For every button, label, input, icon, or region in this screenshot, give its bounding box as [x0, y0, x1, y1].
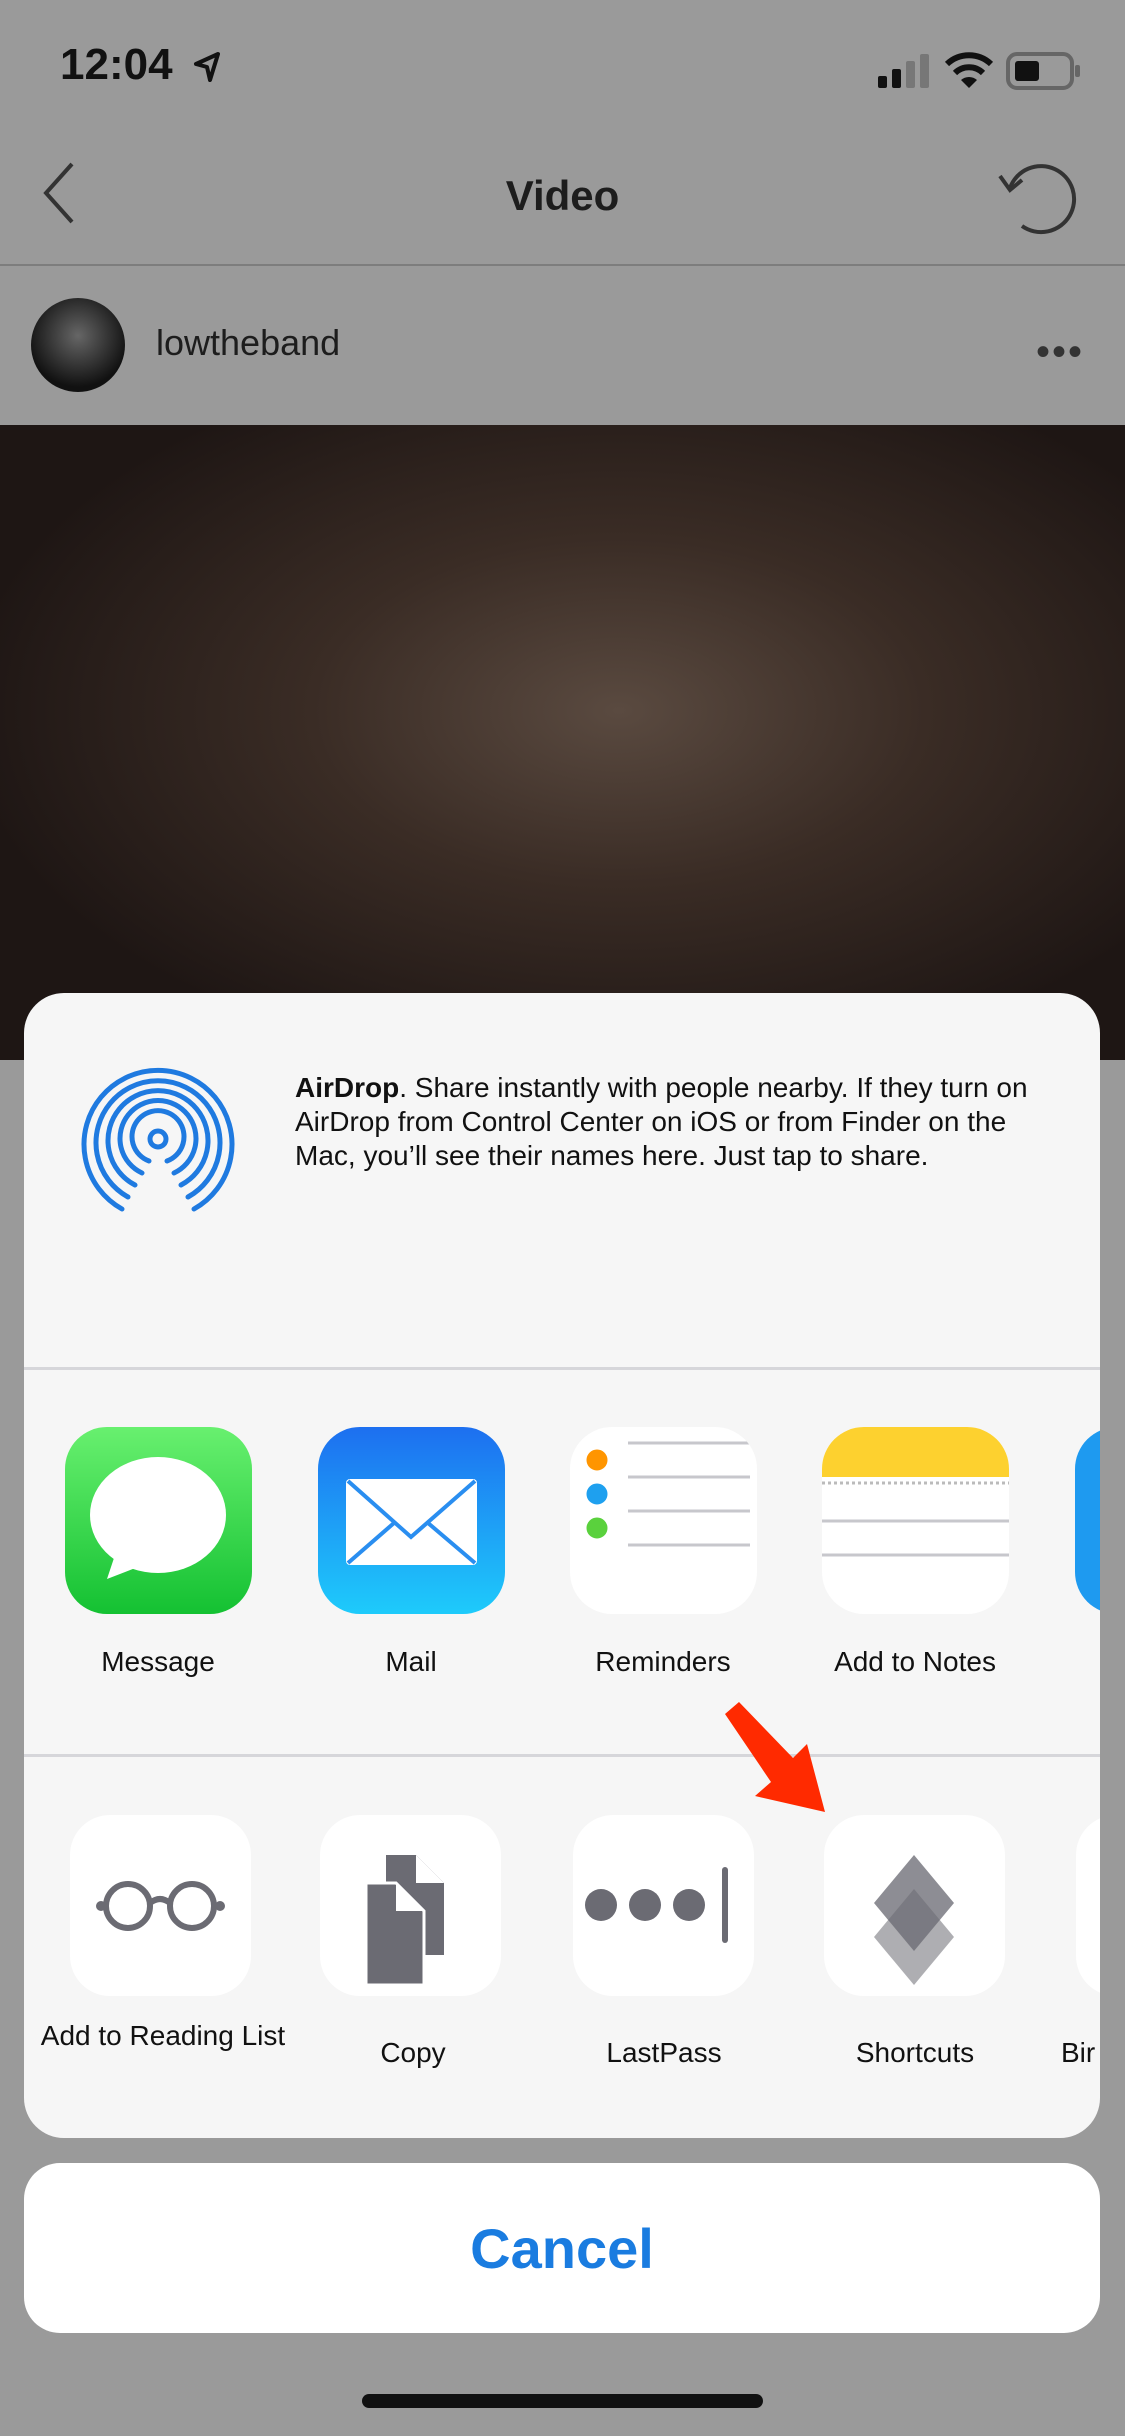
section-divider	[24, 1754, 1100, 1757]
app-label: Add to Notes	[834, 1646, 996, 1677]
glasses-icon	[96, 1881, 225, 1931]
airdrop-text: . Share instantly with people nearby. If…	[295, 1072, 1028, 1171]
annotation-arrow-icon	[725, 1702, 825, 1812]
action-label: Copy	[380, 2037, 446, 2068]
home-indicator[interactable]	[362, 2394, 763, 2408]
app-message[interactable]	[65, 1427, 252, 1614]
app-partial[interactable]	[1075, 1427, 1100, 1614]
action-label: Shortcuts	[855, 2037, 975, 2068]
lastpass-dots-icon	[585, 1867, 728, 1943]
action-label: Bir	[1061, 2037, 1096, 2068]
envelope-icon	[346, 1479, 477, 1565]
avatar[interactable]	[31, 298, 125, 392]
status-time: 12:04	[60, 40, 173, 90]
copy-documents-icon	[364, 1855, 444, 1987]
refresh-icon[interactable]	[996, 158, 1078, 238]
location-arrow-icon	[194, 52, 220, 82]
cancel-label: Cancel	[470, 2216, 654, 2280]
app-reminders[interactable]	[570, 1427, 757, 1614]
signal-icon	[878, 54, 929, 88]
username[interactable]: lowtheband	[156, 322, 340, 364]
action-lastpass[interactable]	[573, 1815, 754, 1996]
action-label: Add to Reading List	[40, 2020, 286, 2051]
airdrop-title: AirDrop	[295, 1072, 400, 1103]
app-label: Message	[101, 1646, 215, 1677]
action-copy[interactable]	[320, 1815, 501, 1996]
time-text: 12:04	[60, 40, 173, 89]
airdrop-description: AirDrop. Share instantly with people nea…	[295, 1071, 1035, 1173]
shortcuts-icon	[874, 1855, 954, 1985]
app-mail[interactable]	[318, 1427, 505, 1614]
action-shortcuts[interactable]	[824, 1815, 1005, 1996]
message-bubble-icon	[90, 1457, 226, 1579]
cancel-button[interactable]: Cancel	[24, 2163, 1100, 2333]
airdrop-icon	[81, 1067, 235, 1212]
app-label: Mail	[385, 1646, 437, 1677]
action-label: LastPass	[606, 2037, 722, 2068]
page-title: Video	[505, 172, 620, 219]
app-label: Reminders	[595, 1646, 731, 1677]
nav-divider	[0, 264, 1125, 266]
action-partial[interactable]	[1076, 1815, 1100, 1996]
wifi-icon	[944, 52, 994, 88]
share-sheet: AirDrop. Share instantly with people nea…	[24, 993, 1100, 2138]
video-player[interactable]	[0, 425, 1125, 1060]
more-options-button[interactable]: •••	[1036, 330, 1084, 375]
battery-icon	[1006, 52, 1080, 90]
notes-pad-icon	[822, 1427, 1009, 1557]
section-divider	[24, 1367, 1100, 1370]
app-notes[interactable]	[822, 1427, 1009, 1614]
action-reading-list[interactable]	[70, 1815, 251, 1996]
reminders-list-icon	[583, 1441, 750, 1547]
